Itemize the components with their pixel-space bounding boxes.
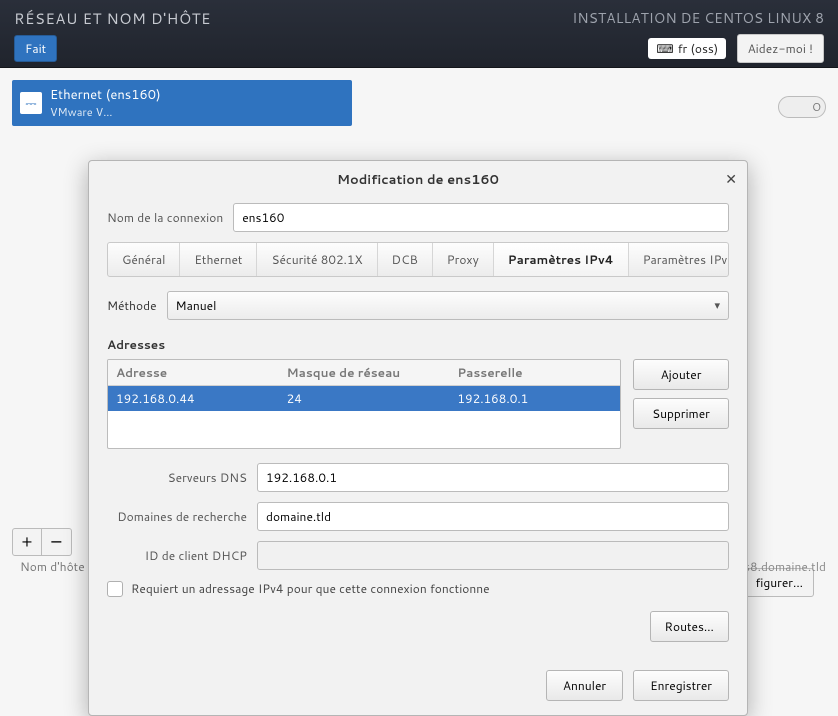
connection-name-input[interactable]	[233, 203, 729, 232]
tab-proxy[interactable]: Proxy	[433, 243, 494, 276]
done-button[interactable]: Fait	[14, 35, 57, 62]
cell-address: 192.168.0.44	[108, 386, 279, 411]
method-value: Manuel	[176, 297, 217, 314]
keyboard-icon: ⌨	[656, 40, 673, 57]
method-label: Méthode	[107, 297, 157, 314]
save-button[interactable]: Enregistrer	[633, 670, 729, 701]
tab-ipv4[interactable]: Paramètres IPv4	[494, 243, 629, 276]
routes-button[interactable]: Routes…	[650, 611, 729, 642]
require-ipv4-checkbox[interactable]	[107, 581, 123, 597]
connection-name-label: Nom de la connexion	[107, 209, 223, 226]
tab-dcb[interactable]: DCB	[378, 243, 433, 276]
close-icon[interactable]: ✕	[725, 169, 737, 189]
hostname-label: Nom d'hôte :	[20, 558, 91, 575]
tab-ipv6[interactable]: Paramètres IPv6	[629, 243, 729, 276]
col-netmask: Masque de réseau	[279, 360, 450, 385]
add-address-button[interactable]: Ajouter	[633, 359, 729, 390]
delete-address-button[interactable]: Supprimer	[633, 398, 729, 429]
dhcp-client-id-input[interactable]	[257, 541, 729, 570]
edit-connection-dialog: Modification de ens160 ✕ Nom de la conne…	[88, 160, 748, 716]
dialog-title: Modification de ens160	[337, 171, 499, 189]
dhcp-client-id-label: ID de client DHCP	[107, 547, 247, 564]
table-row[interactable]: 192.168.0.44 24 192.168.0.1	[108, 386, 620, 411]
toggle-off-label: O	[812, 99, 821, 115]
ethernet-icon: ⎓	[20, 92, 42, 114]
network-interface-title: Ethernet (ens160)	[50, 86, 161, 104]
tab-ethernet[interactable]: Ethernet	[180, 243, 257, 276]
col-address: Adresse	[108, 360, 279, 385]
page-title: RÉSEAU ET NOM D'HÔTE	[14, 8, 572, 29]
top-bar: RÉSEAU ET NOM D'HÔTE Fait INSTALLATION D…	[0, 0, 838, 68]
require-ipv4-label: Requiert un adressage IPv4 pour que cett…	[131, 580, 490, 597]
search-domains-label: Domaines de recherche	[107, 508, 247, 525]
keyboard-layout-indicator[interactable]: ⌨ fr (oss)	[648, 38, 726, 59]
dialog-tabs: Général Ethernet Sécurité 802.1X DCB Pro…	[107, 242, 729, 277]
cancel-button[interactable]: Annuler	[546, 670, 623, 701]
dns-servers-input[interactable]	[257, 463, 729, 492]
install-title: INSTALLATION DE CENTOS LINUX 8	[572, 8, 824, 28]
keyboard-layout-label: fr (oss)	[678, 40, 718, 57]
search-domains-input[interactable]	[257, 502, 729, 531]
help-button[interactable]: Aidez-moi !	[737, 34, 824, 63]
method-select[interactable]: Manuel	[167, 291, 729, 320]
network-interface-subtitle: VMware V…	[50, 104, 161, 120]
tab-security-8021x[interactable]: Sécurité 802.1X	[257, 243, 377, 276]
tab-general[interactable]: Général	[108, 243, 180, 276]
addresses-section-label: Adresses	[107, 336, 729, 353]
cell-gateway: 192.168.0.1	[449, 386, 620, 411]
cell-netmask: 24	[279, 386, 450, 411]
col-gateway: Passerelle	[449, 360, 620, 385]
addresses-table[interactable]: Adresse Masque de réseau Passerelle 192.…	[107, 359, 621, 449]
interface-enable-toggle[interactable]: O	[778, 96, 826, 118]
dns-servers-label: Serveurs DNS	[107, 469, 247, 486]
